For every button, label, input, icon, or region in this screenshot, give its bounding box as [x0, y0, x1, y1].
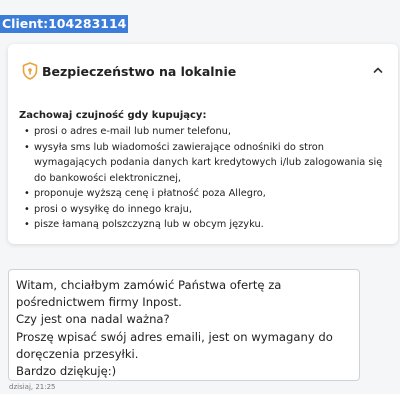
- client-id-label: Client:104283114: [0, 15, 129, 33]
- message-timestamp: dzisiaj, 21:25: [9, 383, 56, 391]
- security-panel-title: Bezpieczeństwo na lokalnie: [42, 64, 237, 79]
- shield-icon: [22, 62, 38, 80]
- warning-item: prosi o adres e-mail lub numer telefonu,: [24, 124, 389, 140]
- security-panel: Bezpieczeństwo na lokalnie Zachowaj czuj…: [8, 44, 398, 244]
- chevron-up-icon[interactable]: [372, 64, 384, 76]
- warning-item: proponuje wyższą cenę i płatność poza Al…: [24, 186, 389, 202]
- warning-item: wysyła sms lub wiadomości zawierające od…: [24, 140, 389, 187]
- message-text: Witam, chciałbym zamówić Państwa ofertę …: [16, 278, 333, 379]
- security-panel-header[interactable]: Bezpieczeństwo na lokalnie: [8, 44, 398, 96]
- warning-item: pisze łamaną polszczyzną lub w obcym jęz…: [24, 217, 389, 233]
- message-bubble: Witam, chciałbym zamówić Państwa ofertę …: [8, 269, 360, 381]
- warning-heading: Zachowaj czujność gdy kupujący:: [19, 110, 207, 121]
- warning-item: prosi o wysyłkę do innego kraju,: [24, 202, 389, 218]
- warning-list: prosi o adres e-mail lub numer telefonu,…: [24, 124, 389, 233]
